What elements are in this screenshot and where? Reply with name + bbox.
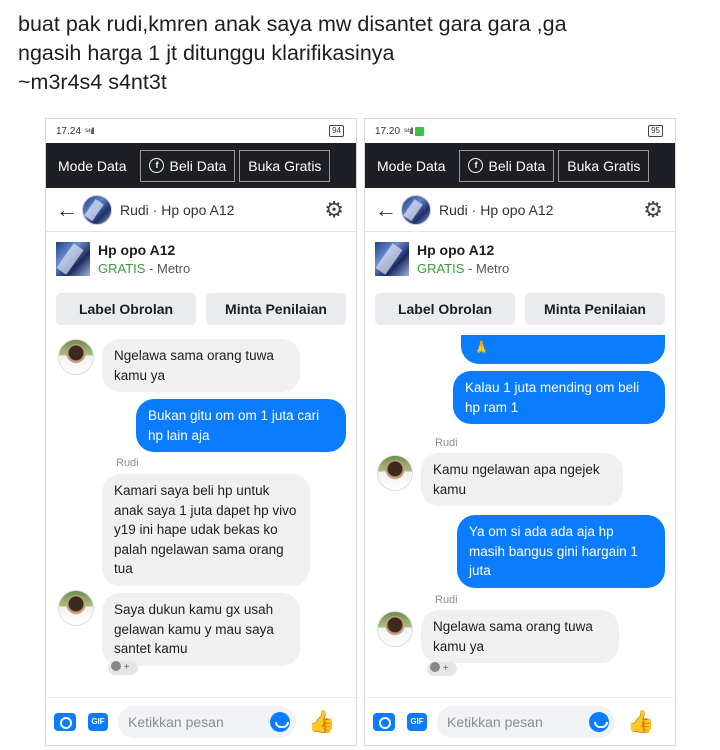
notification-icon — [415, 126, 425, 136]
status-bar: 17.24 ˢ⁴ıll 94 — [46, 119, 356, 143]
free-basics-icon: f — [149, 158, 165, 173]
back-arrow-icon[interactable]: ← — [56, 197, 82, 223]
sender-name: Rudi — [435, 594, 458, 606]
request-rating-button[interactable]: Minta Penilaian — [525, 293, 665, 325]
emoji-icon — [430, 662, 440, 672]
emoji-icon — [111, 661, 121, 671]
battery-icon: 94 — [329, 125, 344, 137]
message-composer: GIF Ketikkan pesan 👍 — [365, 697, 675, 745]
avatar — [377, 455, 413, 491]
gif-icon[interactable]: GIF — [407, 712, 427, 731]
status-time: 17.24 — [56, 125, 82, 137]
message-incoming[interactable]: Saya dukun kamu gx usah gelawan kamu y m… — [102, 593, 300, 666]
open-free-button[interactable]: Buka Gratis — [239, 149, 331, 182]
buy-data-button[interactable]: f Beli Data — [459, 149, 555, 182]
buy-data-label: Beli Data — [169, 157, 227, 174]
listing-price: GRATIS — [98, 261, 146, 276]
message-incoming[interactable]: Kamu ngelawan apa ngejek kamu — [421, 453, 623, 506]
free-basics-icon: f — [468, 158, 484, 173]
caption-line-1: buat pak rudi,kmren anak saya mw disante… — [18, 12, 567, 36]
message-input[interactable]: Ketikkan pesan — [437, 705, 615, 738]
open-free-label: Buka Gratis — [248, 157, 322, 174]
message-outgoing[interactable]: Ya om si ada ada aja hp masih bangus gin… — [457, 515, 665, 588]
message-composer: GIF Ketikkan pesan 👍 — [46, 697, 356, 745]
data-mode-bar: Mode Data f Beli Data Buka Gratis — [365, 143, 675, 188]
chat-title[interactable]: Rudi · Hp opo A12 — [439, 202, 553, 218]
data-mode-bar: Mode Data f Beli Data Buka Gratis — [46, 143, 356, 188]
camera-icon[interactable] — [373, 712, 395, 731]
thumbs-up-icon[interactable]: 👍 — [308, 709, 335, 734]
listing-card[interactable]: Hp opo A12 GRATIS - Metro — [46, 233, 356, 285]
camera-icon[interactable] — [54, 712, 76, 731]
sender-name: Rudi — [116, 457, 139, 469]
message-placeholder: Ketikkan pesan — [447, 713, 543, 730]
listing-location: - Metro — [464, 261, 510, 276]
chat-header: ← Rudi · Hp opo A12 ⚙ — [365, 188, 675, 232]
message-incoming[interactable]: Kamari saya beli hp untuk anak saya 1 ju… — [102, 474, 310, 586]
status-time: 17.20 — [375, 125, 401, 137]
chat-title[interactable]: Rudi · Hp opo A12 — [120, 202, 234, 218]
caption-line-2: ngasih harga 1 jt ditunggu klarifikasiny… — [18, 41, 395, 65]
listing-thumbnail — [375, 242, 409, 276]
signal-icon: ˢ⁴ıll — [404, 126, 413, 136]
buy-data-label: Beli Data — [488, 157, 546, 174]
data-mode-label: Mode Data — [377, 157, 446, 174]
avatar — [377, 611, 413, 647]
screenshot-right: 17.20 ˢ⁴ıll 95 Mode Data f Beli Data Buk… — [364, 118, 676, 746]
caption-line-3: ~m3r4s4 s4nt3t — [18, 70, 167, 94]
emoji-icon[interactable] — [589, 711, 609, 732]
message-placeholder: Ketikkan pesan — [128, 713, 224, 730]
post-caption: buat pak rudi,kmren anak saya mw disante… — [18, 10, 708, 97]
chat-header: ← Rudi · Hp opo A12 ⚙ — [46, 188, 356, 232]
listing-title: Hp opo A12 — [417, 242, 495, 258]
listing-thumbnail — [56, 242, 90, 276]
message-outgoing[interactable]: Bukan gitu om om 1 juta cari hp lain aja — [136, 399, 346, 452]
contact-avatar[interactable] — [82, 194, 112, 225]
listing-card[interactable]: Hp opo A12 GRATIS - Metro — [365, 233, 675, 285]
message-thread[interactable]: Kalau 1 juta ngak dapat om 🙏 Kalau 1 jut… — [365, 335, 675, 697]
message-thread[interactable]: Ngelawa sama orang tuwa kamu ya Bukan gi… — [46, 335, 356, 697]
avatar — [58, 590, 94, 626]
react-button[interactable]: + — [427, 662, 457, 676]
message-outgoing[interactable]: Kalau 1 juta ngak dapat om 🙏 — [461, 335, 665, 364]
battery-icon: 95 — [648, 125, 663, 137]
message-outgoing[interactable]: Kalau 1 juta mending om beli hp ram 1 — [453, 371, 665, 424]
data-mode-label: Mode Data — [58, 157, 127, 174]
gear-icon[interactable]: ⚙ — [643, 199, 663, 221]
signal-icon: ˢ⁴ıll — [85, 126, 94, 136]
message-input[interactable]: Ketikkan pesan — [118, 705, 296, 738]
contact-avatar[interactable] — [401, 194, 431, 225]
label-chat-button[interactable]: Label Obrolan — [375, 293, 515, 325]
listing-location: - Metro — [145, 261, 191, 276]
gif-icon[interactable]: GIF — [88, 712, 108, 731]
listing-price: GRATIS — [417, 261, 465, 276]
status-bar: 17.20 ˢ⁴ıll 95 — [365, 119, 675, 143]
react-button[interactable]: + — [108, 661, 138, 675]
avatar — [58, 339, 94, 375]
buy-data-button[interactable]: f Beli Data — [140, 149, 236, 182]
back-arrow-icon[interactable]: ← — [375, 197, 401, 223]
thumbs-up-icon[interactable]: 👍 — [627, 709, 654, 734]
chat-actions: Label Obrolan Minta Penilaian — [46, 293, 356, 329]
open-free-label: Buka Gratis — [567, 157, 641, 174]
listing-title: Hp opo A12 — [98, 242, 176, 258]
request-rating-button[interactable]: Minta Penilaian — [206, 293, 346, 325]
screenshot-left: 17.24 ˢ⁴ıll 94 Mode Data f Beli Data Buk… — [45, 118, 357, 746]
gear-icon[interactable]: ⚙ — [324, 199, 344, 221]
label-chat-button[interactable]: Label Obrolan — [56, 293, 196, 325]
message-incoming[interactable]: Ngelawa sama orang tuwa kamu ya — [421, 610, 619, 663]
sender-name: Rudi — [435, 437, 458, 449]
open-free-button[interactable]: Buka Gratis — [558, 149, 650, 182]
emoji-icon[interactable] — [270, 711, 290, 732]
chat-actions: Label Obrolan Minta Penilaian — [365, 293, 675, 329]
message-incoming[interactable]: Ngelawa sama orang tuwa kamu ya — [102, 339, 300, 392]
